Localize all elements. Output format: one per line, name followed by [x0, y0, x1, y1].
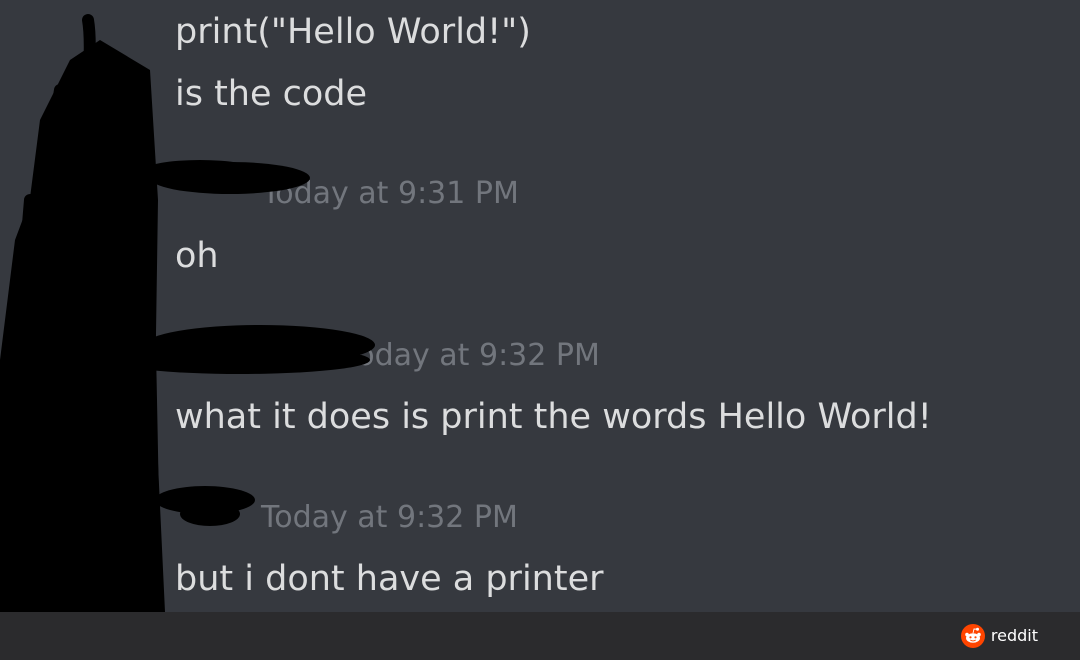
reddit-wordmark: reddit — [990, 626, 1038, 645]
reddit-logo: reddit — [960, 624, 1038, 648]
reddit-alien-icon — [960, 624, 985, 648]
reddit-footer-bar: reddit — [0, 612, 1080, 660]
redaction-scribble — [0, 14, 375, 612]
message-timestamp: Today at 9:32 PM — [343, 338, 600, 373]
chat-area: print("Hello World!") is the code Today … — [0, 0, 1080, 612]
